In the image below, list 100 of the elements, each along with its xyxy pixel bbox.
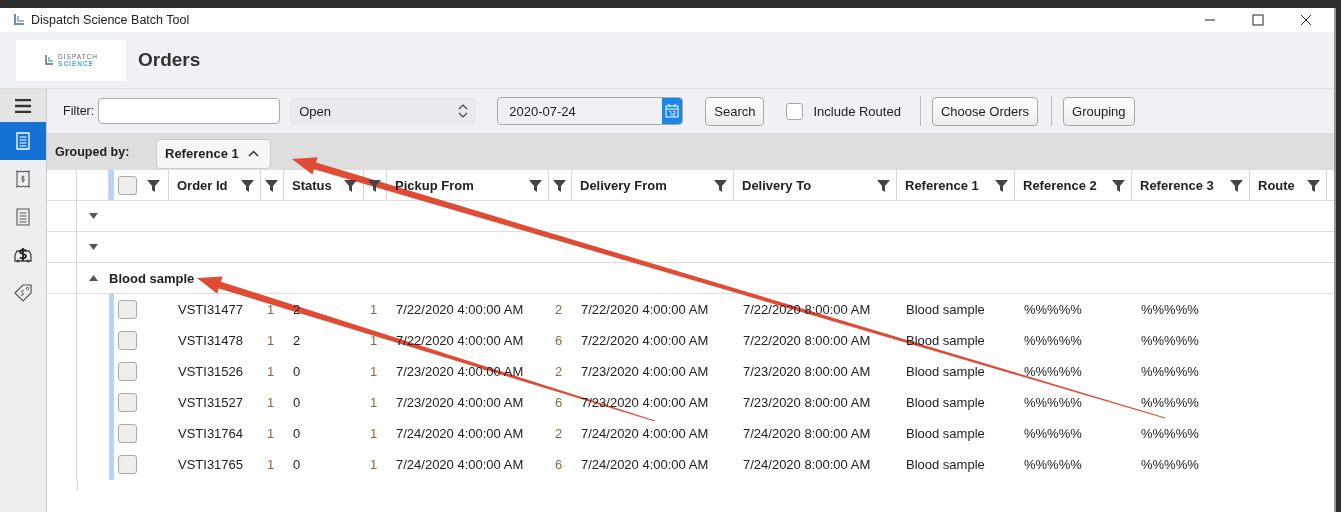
- row-checkbox[interactable]: [118, 331, 137, 350]
- column-header[interactable]: Reference 3: [1140, 177, 1214, 193]
- chevron-up-icon[interactable]: [247, 150, 259, 157]
- table-cell: 7/24/2020 4:00:00 AM: [581, 457, 709, 472]
- filter-icon[interactable]: [553, 178, 566, 192]
- table-cell: 7/24/2020 8:00:00 AM: [743, 426, 871, 441]
- table-cell: Blood sample: [906, 364, 985, 379]
- table-cell: %%%%%: [1024, 302, 1082, 317]
- include-routed-checkbox[interactable]: [786, 102, 804, 120]
- table-cell: Blood sample: [906, 333, 985, 348]
- column-header[interactable]: Reference 1: [905, 177, 979, 193]
- include-routed-label: Include Routed: [813, 103, 901, 119]
- row-checkbox[interactable]: [118, 455, 137, 474]
- car-dollar-icon[interactable]: [13, 246, 33, 264]
- filter-field[interactable]: [98, 98, 281, 124]
- window-title: Dispatch Science Batch Tool: [31, 13, 190, 27]
- table-cell: %%%%%: [1024, 426, 1082, 441]
- table-cell: 7/22/2020 8:00:00 AM: [743, 302, 871, 317]
- column-header[interactable]: Status: [292, 177, 332, 193]
- table-cell: 7/23/2020 8:00:00 AM: [743, 364, 871, 379]
- table-cell: Blood sample: [906, 395, 985, 410]
- table-cell: %%%%%: [1024, 333, 1082, 348]
- filter-icon[interactable]: [1230, 178, 1243, 192]
- calendar-icon[interactable]: [665, 104, 680, 118]
- filter-icon[interactable]: [877, 178, 890, 192]
- table-cell: 1: [267, 457, 275, 472]
- table-cell: 7/22/2020 4:00:00 AM: [396, 333, 524, 348]
- filter-icon[interactable]: [995, 178, 1008, 192]
- table-cell: 7/24/2020 4:00:00 AM: [396, 457, 524, 472]
- table-cell: %%%%%: [1141, 333, 1199, 348]
- table-cell: 7/23/2020 8:00:00 AM: [743, 395, 871, 410]
- row-checkbox[interactable]: [118, 300, 137, 319]
- table-cell: %%%%%: [1141, 457, 1199, 472]
- table-cell: %%%%%: [1024, 457, 1082, 472]
- column-header[interactable]: Delivery From: [580, 177, 667, 193]
- column-header[interactable]: Reference 2: [1023, 177, 1097, 193]
- sidebar-item[interactable]: [0, 89, 46, 122]
- page-title: Orders: [138, 49, 201, 71]
- group-label: Blood sample: [109, 270, 195, 286]
- table-cell: 1: [370, 364, 378, 379]
- search-button[interactable]: Search: [705, 96, 765, 126]
- collapse-icon[interactable]: [88, 275, 98, 281]
- filter-label: Filter:: [63, 104, 95, 118]
- column-header[interactable]: Route: [1258, 177, 1295, 193]
- table-cell: %%%%%: [1024, 395, 1082, 410]
- table-cell: 2: [555, 426, 563, 441]
- column-header[interactable]: Delivery To: [742, 177, 812, 193]
- table-cell: 1: [370, 302, 378, 317]
- date-field[interactable]: 2020-07-24: [497, 97, 684, 125]
- row-checkbox[interactable]: [118, 393, 137, 412]
- table-cell: Blood sample: [906, 302, 985, 317]
- table-cell: 1: [370, 395, 378, 410]
- expand-icon[interactable]: [88, 244, 98, 250]
- table-cell: 2: [555, 302, 563, 317]
- table-cell: %%%%%: [1141, 302, 1199, 317]
- table-cell: Blood sample: [906, 457, 985, 472]
- table-cell: 1: [267, 364, 275, 379]
- filter-icon[interactable]: [529, 178, 542, 192]
- table-cell: 7/22/2020 4:00:00 AM: [581, 302, 709, 317]
- price-tag-icon[interactable]: [14, 284, 32, 302]
- table-cell: 1: [370, 426, 378, 441]
- table-cell: 7/24/2020 4:00:00 AM: [581, 426, 709, 441]
- filter-icon[interactable]: [714, 178, 727, 192]
- filter-icon[interactable]: [1112, 178, 1125, 192]
- maximize-icon[interactable]: [1252, 14, 1264, 26]
- row-checkbox[interactable]: [118, 362, 137, 381]
- column-header[interactable]: Pickup From: [395, 177, 474, 193]
- status-dropdown[interactable]: Open: [290, 97, 477, 125]
- table-cell: 7/22/2020 4:00:00 AM: [581, 333, 709, 348]
- filter-icon[interactable]: [147, 178, 160, 192]
- table-cell: 1: [267, 333, 275, 348]
- table-cell: %%%%%: [1141, 426, 1199, 441]
- toolbar-button[interactable]: Grouping: [1063, 96, 1135, 126]
- table-cell: 7/22/2020 8:00:00 AM: [743, 333, 871, 348]
- receipt-icon[interactable]: [16, 170, 30, 188]
- table-cell: VSTI31478: [178, 333, 244, 348]
- table-cell: %%%%%: [1141, 395, 1199, 410]
- group-chip[interactable]: Reference 1: [156, 138, 271, 169]
- table-cell: 7/24/2020 4:00:00 AM: [396, 426, 524, 441]
- table-cell: VSTI31527: [178, 395, 244, 410]
- table-cell: 6: [555, 457, 563, 472]
- table-cell: 1: [370, 457, 378, 472]
- row-checkbox[interactable]: [118, 424, 137, 443]
- table-cell: VSTI31764: [178, 426, 244, 441]
- table-cell: Blood sample: [906, 426, 985, 441]
- filter-icon[interactable]: [1307, 178, 1320, 192]
- grouped-by-label: Grouped by:: [55, 144, 131, 159]
- menu-icon[interactable]: [15, 98, 31, 113]
- toolbar-button[interactable]: Choose Orders: [931, 96, 1039, 126]
- select-all-checkbox[interactable]: [118, 175, 137, 195]
- close-icon[interactable]: [1300, 14, 1312, 26]
- up-down-arrows-icon[interactable]: [458, 103, 469, 119]
- row-marker: [109, 170, 114, 200]
- expand-icon[interactable]: [88, 213, 98, 219]
- filter-icon[interactable]: [344, 178, 357, 192]
- filter-icon[interactable]: [265, 178, 278, 192]
- filter-icon[interactable]: [241, 178, 254, 192]
- filter-icon[interactable]: [368, 178, 381, 192]
- column-header[interactable]: Order Id: [177, 177, 228, 193]
- table-cell: 2: [555, 364, 563, 379]
